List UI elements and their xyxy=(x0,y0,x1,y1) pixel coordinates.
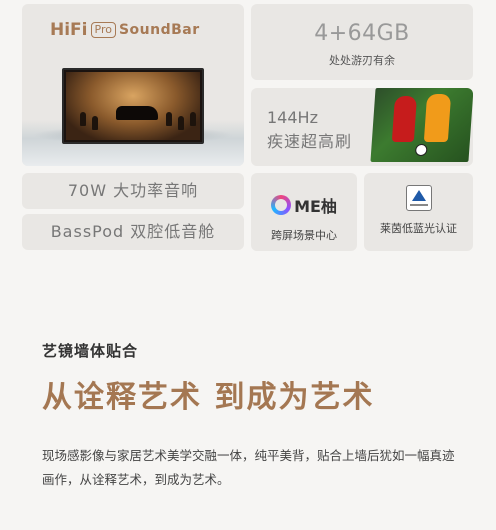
basspod-feature-card: BassPod 双腔低音舱 xyxy=(22,214,244,250)
ome-logo-icon xyxy=(271,195,292,215)
player-orange xyxy=(423,94,452,142)
soundbar-label: SoundBar xyxy=(118,22,200,38)
hifi-soundbar-title: HiFi Pro SoundBar xyxy=(50,20,200,40)
pro-badge: Pro xyxy=(90,22,116,38)
orchestra-tv-image xyxy=(62,68,204,144)
musician-figure xyxy=(92,116,98,130)
hifi-brand: HiFi xyxy=(50,20,88,40)
power-feature-card: 70W 大功率音响 xyxy=(22,173,244,209)
tv-screen xyxy=(66,72,200,140)
ome-label: 跨屏场景中心 xyxy=(271,229,337,242)
refresh-rate-caption: 疾速超高刷 xyxy=(267,132,353,151)
storage-card: 4+64GB 处处游刃有余 xyxy=(251,4,473,80)
tuv-label: 莱茵低蓝光认证 xyxy=(380,222,457,235)
basspod-feature-label: BassPod 双腔低音舱 xyxy=(50,222,216,241)
storage-capacity: 4+64GB xyxy=(314,21,410,46)
section-label: 艺镜墙体贴合 xyxy=(42,342,139,360)
section-body: 现场感影像与家居艺术美学交融一体，纯平美背，贴合上墙后犹如一幅真迹画作，从诠释艺… xyxy=(42,448,455,487)
section-headline: 从诠释艺术 到成为艺术 xyxy=(42,380,375,415)
tuv-card: 莱茵低蓝光认证 xyxy=(364,173,473,251)
musician-figure xyxy=(190,112,196,126)
piano-shape xyxy=(116,106,158,120)
hifi-soundbar-card: HiFi Pro SoundBar xyxy=(22,4,244,166)
musician-figure xyxy=(166,112,172,126)
tuv-certification-icon xyxy=(405,185,432,211)
ome-logo: ME柚 xyxy=(271,193,337,217)
power-feature-label: 70W 大功率音响 xyxy=(67,181,199,200)
refresh-rate-value: 144Hz xyxy=(267,108,318,127)
musician-figure xyxy=(80,112,86,126)
ome-logo-text: ME柚 xyxy=(294,197,337,216)
storage-caption: 处处游刃有余 xyxy=(329,54,395,67)
soccer-players-image xyxy=(370,88,473,162)
refresh-rate-card: 144Hz 疾速超高刷 xyxy=(251,88,473,166)
player-red xyxy=(391,96,418,142)
soccer-ball xyxy=(414,144,428,156)
musician-figure xyxy=(178,116,184,130)
ome-card: ME柚 跨屏场景中心 xyxy=(251,173,357,251)
